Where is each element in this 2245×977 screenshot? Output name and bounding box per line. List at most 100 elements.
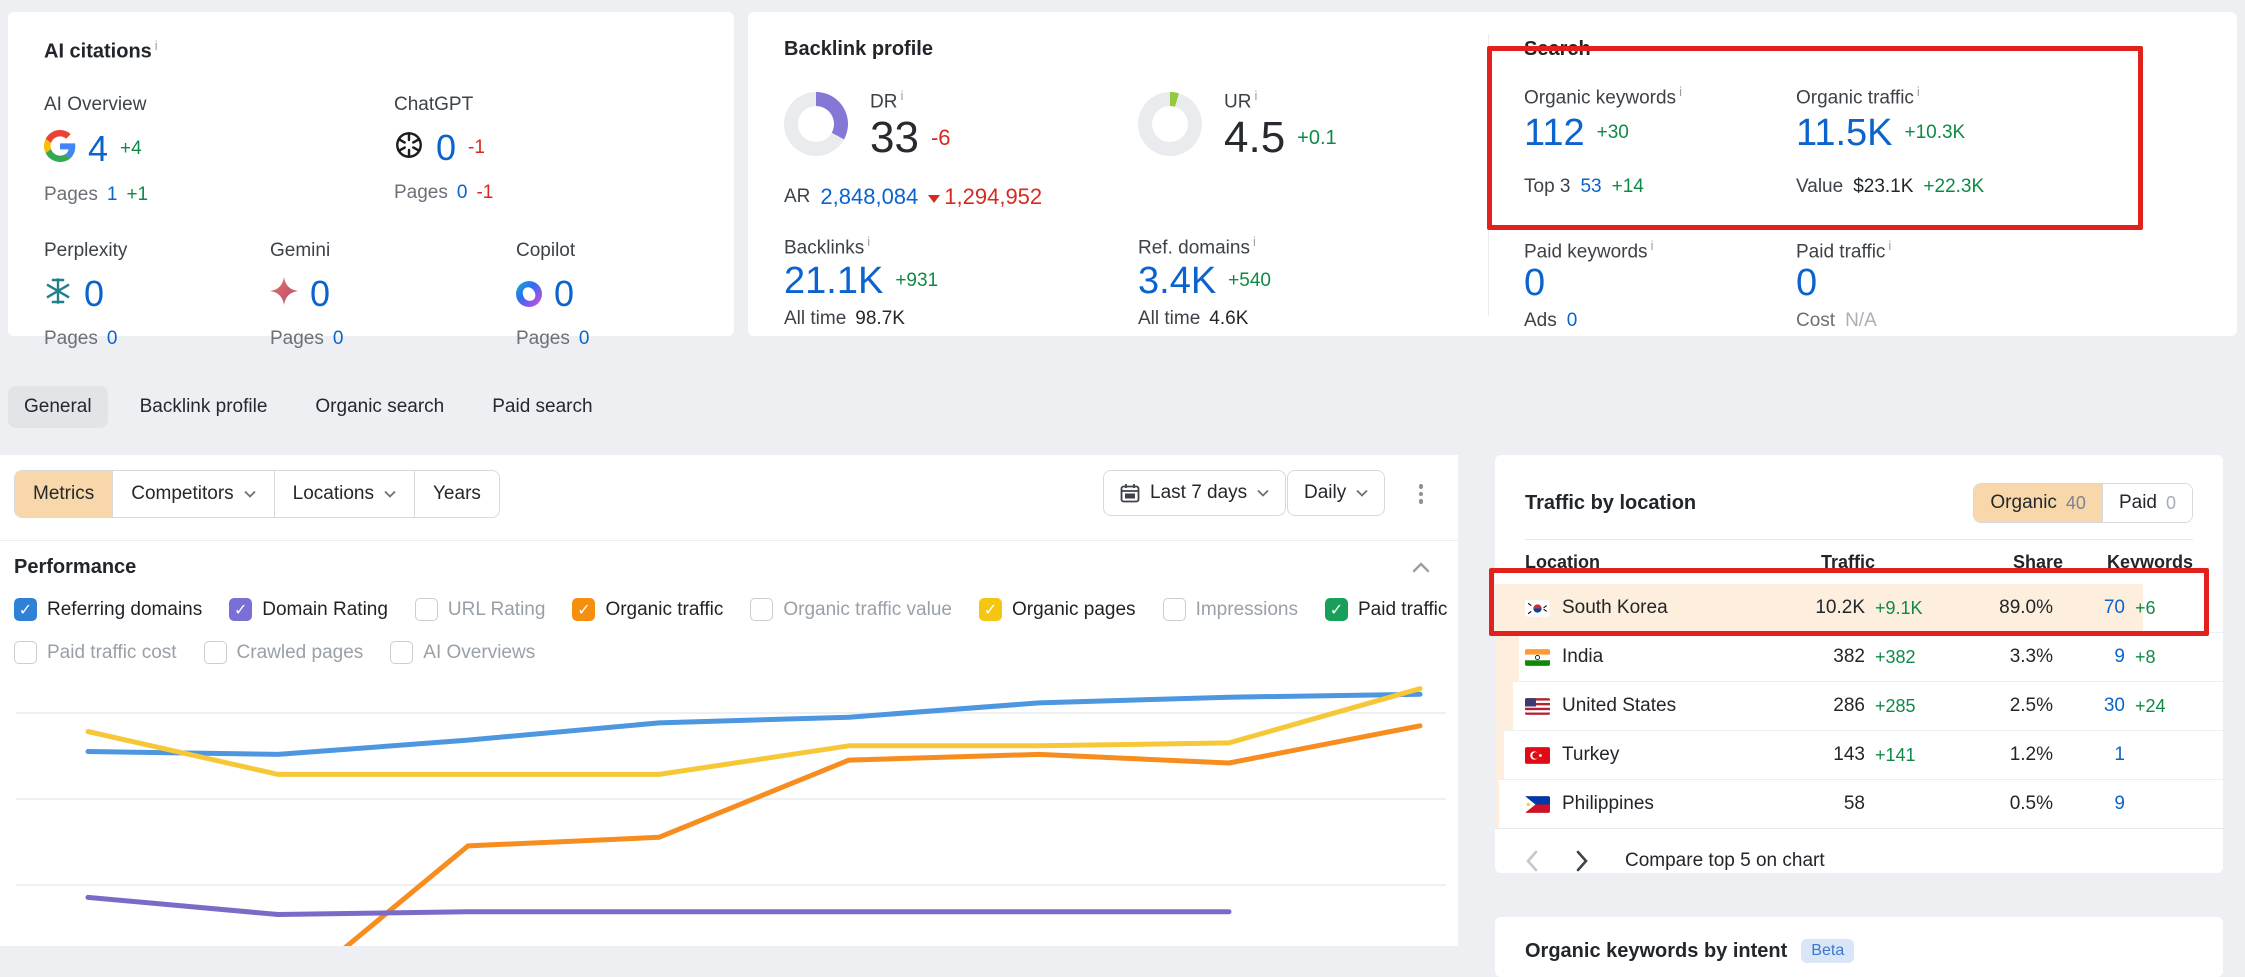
info-icon[interactable]: i <box>1888 238 1891 253</box>
ref-domains-number[interactable]: 3.4K <box>1138 262 1216 300</box>
chevron-down-icon <box>1257 489 1269 497</box>
organic-traffic-number[interactable]: 11.5K <box>1796 114 1892 152</box>
paid-traffic-label: Paid traffici <box>1796 238 1891 263</box>
flag-south-korea-icon <box>1525 600 1550 617</box>
organic-paid-toggle: Organic 40 Paid 0 <box>1973 483 2193 523</box>
pages-value[interactable]: 0 <box>333 328 344 350</box>
pages-value[interactable]: 0 <box>107 328 118 350</box>
info-icon[interactable]: i <box>1253 234 1256 249</box>
backlink-search-card: Backlink profile DRi 33 -6 AR 2,848,084 … <box>748 12 2237 336</box>
ai-citations-title: AI citationsi <box>44 38 158 63</box>
traffic-by-location-title: Traffic by location <box>1525 492 1696 515</box>
organic-traffic-label: Organic traffici <box>1796 84 1920 109</box>
ai-citations-card: AI citationsi AI Overview 4 +4 Pages 1 +… <box>8 12 734 336</box>
flag-philippines-icon <box>1525 796 1550 813</box>
keywords-link[interactable]: 9 <box>2053 793 2125 815</box>
keywords-link[interactable]: 30 <box>2053 695 2125 717</box>
paid-keywords-number[interactable]: 0 <box>1524 262 1545 304</box>
tab-backlink-profile[interactable]: Backlink profile <box>124 386 284 428</box>
organic-keywords-value: 112 +30 <box>1524 114 1629 152</box>
paid-traffic-number[interactable]: 0 <box>1796 262 1817 304</box>
table-row-turkey[interactable]: Turkey 143 +141 1.2% 1 <box>1495 731 2223 780</box>
checkbox-unchecked-icon <box>1163 598 1186 621</box>
pages-value[interactable]: 0 <box>579 328 590 350</box>
keywords-link[interactable]: 9 <box>2053 646 2125 668</box>
ur-label: URi <box>1224 88 1257 113</box>
backlinks-label: Backlinksi <box>784 234 870 259</box>
tab-general[interactable]: General <box>8 386 108 428</box>
chevron-down-icon <box>384 490 396 498</box>
checkbox-checked-icon: ✓ <box>1325 598 1348 621</box>
pages-value[interactable]: 1 <box>107 184 118 206</box>
chatgpt-change: -1 <box>468 137 485 159</box>
search-title: Search <box>1524 38 1591 61</box>
metric-checkbox-organic-pages[interactable]: ✓Organic pages <box>979 598 1136 621</box>
pages-value[interactable]: 0 <box>457 182 468 204</box>
table-row-united-states[interactable]: United States 286 +285 2.5% 30 +24 <box>1495 682 2223 731</box>
paid-keywords-value: 0 <box>1524 264 1545 302</box>
metric-checkbox-organic-traffic-value[interactable]: Organic traffic value <box>750 598 952 621</box>
ai-item-perplexity: Perplexity 0 Pages 0 <box>44 240 127 350</box>
years-button[interactable]: Years <box>414 471 499 517</box>
google-icon <box>44 130 76 168</box>
ref-domains-label: Ref. domainsi <box>1138 234 1256 259</box>
divider <box>0 540 1458 541</box>
backlinks-number[interactable]: 21.1K <box>784 262 883 300</box>
keywords-by-intent-card: Organic keywords by intent Beta <box>1495 917 2223 977</box>
info-icon[interactable]: i <box>900 88 903 103</box>
performance-line-chart[interactable] <box>0 660 1458 946</box>
kebab-menu-icon[interactable] <box>1408 481 1434 507</box>
backlink-profile-title: Backlink profile <box>784 38 933 61</box>
chevron-right-icon[interactable] <box>1575 850 1589 872</box>
info-icon[interactable]: i <box>1254 88 1257 103</box>
info-icon[interactable]: i <box>867 234 870 249</box>
date-range-dropdown[interactable]: Last 7 days <box>1103 470 1286 516</box>
organic-keywords-number[interactable]: 112 <box>1524 114 1585 152</box>
copilot-icon <box>516 281 542 307</box>
info-icon[interactable]: i <box>1651 238 1654 253</box>
keywords-link[interactable]: 1 <box>2053 744 2125 766</box>
backlinks-alltime: All time 98.7K <box>784 308 905 330</box>
toggle-organic[interactable]: Organic 40 <box>1974 484 2102 522</box>
ai-item-gemini: Gemini 0 Pages 0 <box>270 240 343 350</box>
section-tabs: General Backlink profile Organic search … <box>8 386 609 428</box>
competitors-dropdown[interactable]: Competitors <box>112 471 273 517</box>
perplexity-value[interactable]: 0 <box>84 276 104 312</box>
table-row-philippines[interactable]: Philippines 58 0.5% 9 <box>1495 780 2223 829</box>
table-header: Location Traffic Share Keywords <box>1525 540 2193 584</box>
organic-keywords-sub: Top 3 53 +14 <box>1524 176 1644 198</box>
metric-checkbox-domain-rating[interactable]: ✓Domain Rating <box>229 598 388 621</box>
compare-top5-link[interactable]: Compare top 5 on chart <box>1625 850 1825 872</box>
table-row-india[interactable]: India 382 +382 3.3% 9 +8 <box>1495 633 2223 682</box>
toggle-paid[interactable]: Paid 0 <box>2102 484 2192 522</box>
info-icon[interactable]: i <box>1679 84 1682 99</box>
keywords-link[interactable]: 70 <box>2053 597 2125 619</box>
metric-checkbox-paid-traffic[interactable]: ✓Paid traffic <box>1325 598 1447 621</box>
metric-checkbox-referring-domains[interactable]: ✓Referring domains <box>14 598 202 621</box>
organic-traffic-sub: Value $23.1K +22.3K <box>1796 176 1984 198</box>
dr-label: DRi <box>870 88 903 113</box>
copilot-value[interactable]: 0 <box>554 276 574 312</box>
table-row-south-korea[interactable]: South Korea 10.2K +9.1K 89.0% 70 +6 <box>1495 584 2223 633</box>
chevron-left-icon[interactable] <box>1525 850 1539 872</box>
arrow-down-icon <box>928 195 940 203</box>
dr-value: 33 -6 <box>870 116 951 160</box>
ai-item-copilot: Copilot 0 Pages 0 <box>516 240 589 350</box>
ai-overview-value[interactable]: 4 <box>88 131 108 167</box>
metric-checkbox-url-rating[interactable]: URL Rating <box>415 598 546 621</box>
metric-checkbox-impressions[interactable]: Impressions <box>1163 598 1298 621</box>
tab-paid-search[interactable]: Paid search <box>476 386 608 428</box>
paid-keywords-sub: Ads 0 <box>1524 310 1577 332</box>
info-icon[interactable]: i <box>155 38 158 53</box>
chatgpt-value[interactable]: 0 <box>436 130 456 166</box>
metric-checkbox-organic-traffic[interactable]: ✓Organic traffic <box>572 598 723 621</box>
locations-dropdown[interactable]: Locations <box>274 471 414 517</box>
ar-value[interactable]: 2,848,084 <box>820 184 918 210</box>
metrics-button[interactable]: Metrics <box>15 471 112 517</box>
gemini-value[interactable]: 0 <box>310 276 330 312</box>
info-icon[interactable]: i <box>1917 84 1920 99</box>
chevron-up-icon[interactable] <box>1412 557 1430 579</box>
tab-organic-search[interactable]: Organic search <box>299 386 460 428</box>
top3-value[interactable]: 53 <box>1580 176 1601 198</box>
granularity-dropdown[interactable]: Daily <box>1287 470 1385 516</box>
